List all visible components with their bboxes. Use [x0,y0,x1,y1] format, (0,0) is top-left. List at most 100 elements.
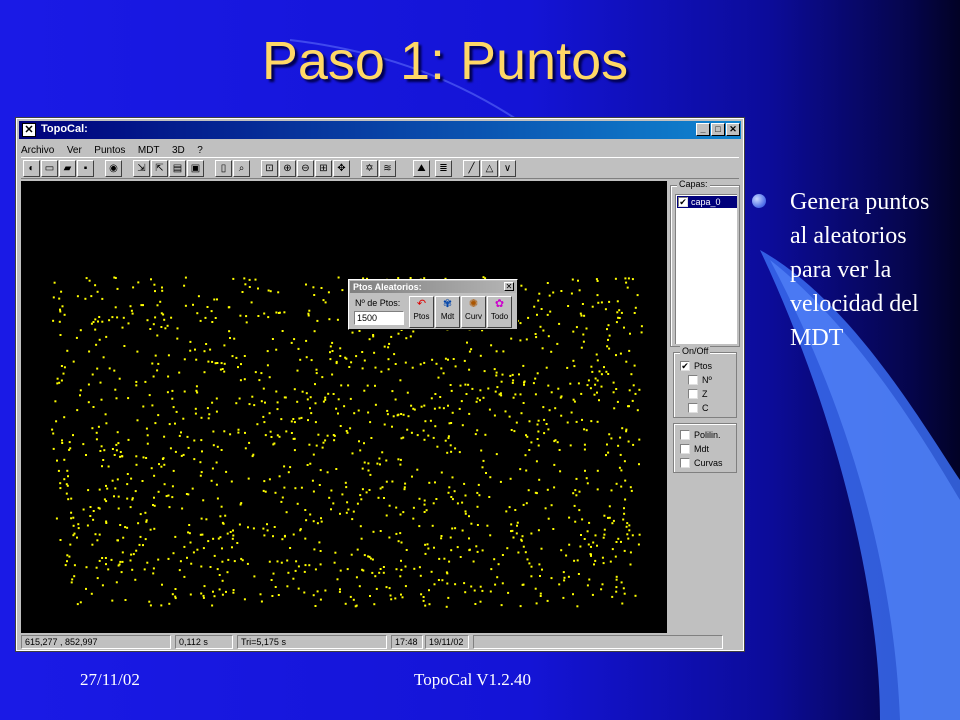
import-icon[interactable]: ⇲ [133,160,150,177]
point [203,350,206,353]
point [272,535,274,538]
page-icon[interactable]: ▯ [215,160,232,177]
curv-button[interactable]: ✺ Curv [461,296,486,328]
point [210,310,213,313]
point [598,370,601,373]
layers-list[interactable]: ✔ capa_0 [675,194,737,344]
save-icon[interactable]: ▪ [77,160,94,177]
book-icon[interactable]: ▣ [187,160,204,177]
point [433,407,436,410]
point [94,318,97,321]
point [419,363,422,366]
layer-item[interactable]: ✔ capa_0 [677,196,737,208]
minimize-button[interactable]: _ [696,123,710,136]
zoom-in-icon[interactable]: ⊕ [279,160,296,177]
triangle-icon[interactable]: △ [481,160,498,177]
point [148,394,151,397]
point [476,491,479,494]
zoom-out-icon[interactable]: ⊖ [297,160,314,177]
numero-checkbox[interactable] [688,375,698,385]
point [594,377,597,380]
polilin-checkbox[interactable] [680,430,690,440]
point [318,541,321,544]
point [620,581,623,584]
c-checkbox[interactable] [688,403,698,413]
erase-icon[interactable]: ◐ [23,160,40,177]
title-bar[interactable]: ✕ TopoCal: _ □ ✕ [19,121,741,139]
zoom-all-icon[interactable]: ⊞ [315,160,332,177]
point [180,431,182,434]
mdt-button[interactable]: ✾ Mdt [435,296,460,328]
point [243,277,246,280]
point [613,407,616,410]
ptos-checkbox[interactable]: ✔ [680,361,690,371]
point [423,438,426,441]
topocal-app-icon[interactable]: ✕ [22,123,36,137]
point [363,389,366,392]
point [276,401,279,404]
point [309,513,312,516]
close-button[interactable]: ✕ [726,123,740,136]
point [520,412,523,415]
layers-icon[interactable]: ≣ [435,160,452,177]
point [370,437,373,439]
point [568,516,571,519]
point [143,568,146,571]
point [400,413,403,415]
ptos-button[interactable]: ↶ Ptos [409,296,434,328]
color-wheel-icon[interactable]: ◉ [105,160,122,177]
point [285,511,288,514]
point [504,410,507,413]
point [153,283,156,286]
point [65,492,68,495]
point [514,509,517,511]
point [627,405,629,408]
point [194,407,197,410]
terrain-icon[interactable]: ⛰ [413,160,430,177]
point [178,371,181,374]
maximize-button[interactable]: □ [711,123,725,136]
point [602,562,605,565]
open-folder-icon[interactable]: ▰ [59,160,76,177]
curvas-checkbox[interactable] [680,458,690,468]
new-file-icon[interactable]: ▭ [41,160,58,177]
point [172,552,175,555]
triangulation-icon[interactable]: ✡ [361,160,378,177]
contour-icon[interactable]: ≋ [379,160,396,177]
point [131,312,134,315]
layer-checkbox[interactable]: ✔ [678,197,688,207]
print-icon[interactable]: ▤ [169,160,186,177]
point [515,421,518,424]
mdt-checkbox[interactable] [680,444,690,454]
point [183,575,186,578]
todo-button[interactable]: ✿ Todo [487,296,512,328]
point [214,317,217,319]
preview-icon[interactable]: ⌕ [233,160,250,177]
line-icon[interactable]: ╱ [463,160,480,177]
point [443,557,446,560]
pan-icon[interactable]: ✥ [333,160,350,177]
point [429,419,432,422]
z-checkbox[interactable] [688,389,698,399]
dialog-close-icon[interactable]: ✕ [504,282,514,291]
point [296,502,299,505]
export-icon[interactable]: ⇱ [151,160,168,177]
point [593,563,595,566]
point [367,411,370,414]
point [526,435,529,438]
dialog-title-bar[interactable]: Ptos Aleatorios: ✕ [350,281,516,293]
points-count-input[interactable]: 1500 [354,311,404,325]
point [216,568,219,571]
point [212,590,214,593]
point [295,560,298,563]
point [135,549,138,552]
point [465,393,468,395]
point [206,407,209,410]
zoom-window-icon[interactable]: ⊡ [261,160,278,177]
point [200,517,203,520]
point [216,362,219,364]
point [298,417,301,420]
drawing-canvas[interactable]: Ptos Aleatorios: ✕ Nº de Ptos: 1500 ↶ Pt… [21,181,667,633]
point [289,466,292,469]
angle-icon[interactable]: ∨ [499,160,516,177]
